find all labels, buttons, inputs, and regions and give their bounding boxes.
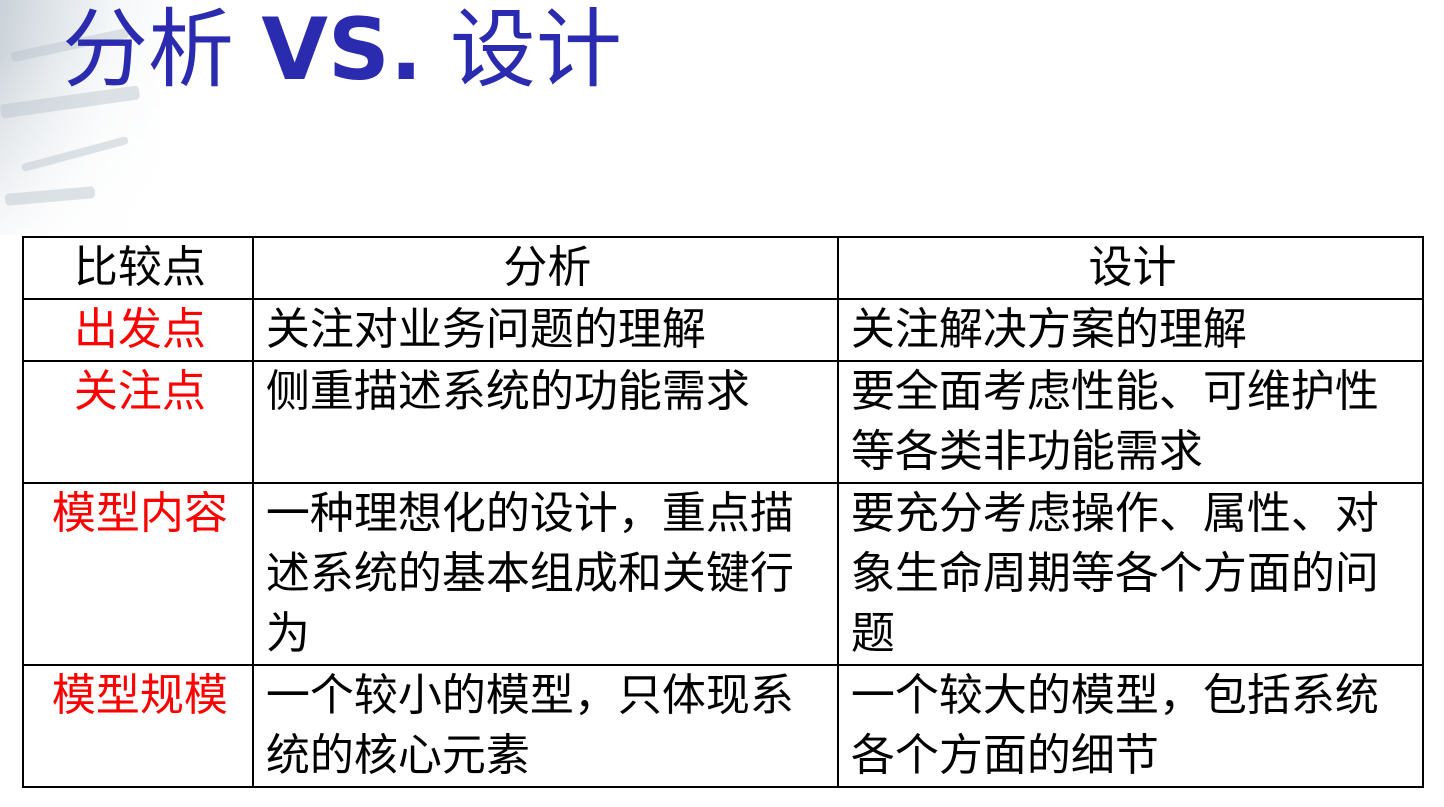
analysis-cell: 侧重描述系统的功能需求 [251,360,839,484]
table-header-row: 比较点 分析 设计 [22,236,1425,300]
comparison-table: 比较点 分析 设计 出发点 关注对业务问题的理解 关注解决方案的理解 关注点 侧… [22,236,1425,788]
design-cell: 一个较大的模型，包括系统各个方面的细节 [836,664,1425,788]
row-key: 关注点 [22,360,254,484]
row-key: 模型规模 [22,664,254,788]
title-vs: VS. [261,0,423,100]
design-cell: 要全面考虑性能、可维护性等各类非功能需求 [836,360,1425,484]
header-design: 设计 [836,236,1425,300]
table-row: 出发点 关注对业务问题的理解 关注解决方案的理解 [22,298,1425,362]
table-row: 模型规模 一个较小的模型，只体现系统的核心元素 一个较大的模型，包括系统各个方面… [22,664,1425,788]
row-key: 模型内容 [22,482,254,666]
analysis-cell: 关注对业务问题的理解 [251,298,839,362]
title-design: 设计 [449,0,622,100]
table-row: 关注点 侧重描述系统的功能需求 要全面考虑性能、可维护性等各类非功能需求 [22,360,1425,484]
table-row: 模型内容 一种理想化的设计，重点描述系统的基本组成和关键行为 要充分考虑操作、属… [22,482,1425,666]
header-comparison-point: 比较点 [22,236,254,300]
analysis-cell: 一种理想化的设计，重点描述系统的基本组成和关键行为 [251,482,839,666]
slide-title: 分析 VS. 设计 [62,0,622,100]
analysis-cell: 一个较小的模型，只体现系统的核心元素 [251,664,839,788]
design-cell: 关注解决方案的理解 [836,298,1425,362]
header-analysis: 分析 [251,236,839,300]
title-analysis: 分析 [62,0,234,100]
row-key: 出发点 [22,298,254,362]
design-cell: 要充分考虑操作、属性、对象生命周期等各个方面的问题 [836,482,1425,666]
slide: 分析 VS. 设计 比较点 分析 设计 出发点 关注对业务问题的理解 关注解决方… [0,0,1444,807]
